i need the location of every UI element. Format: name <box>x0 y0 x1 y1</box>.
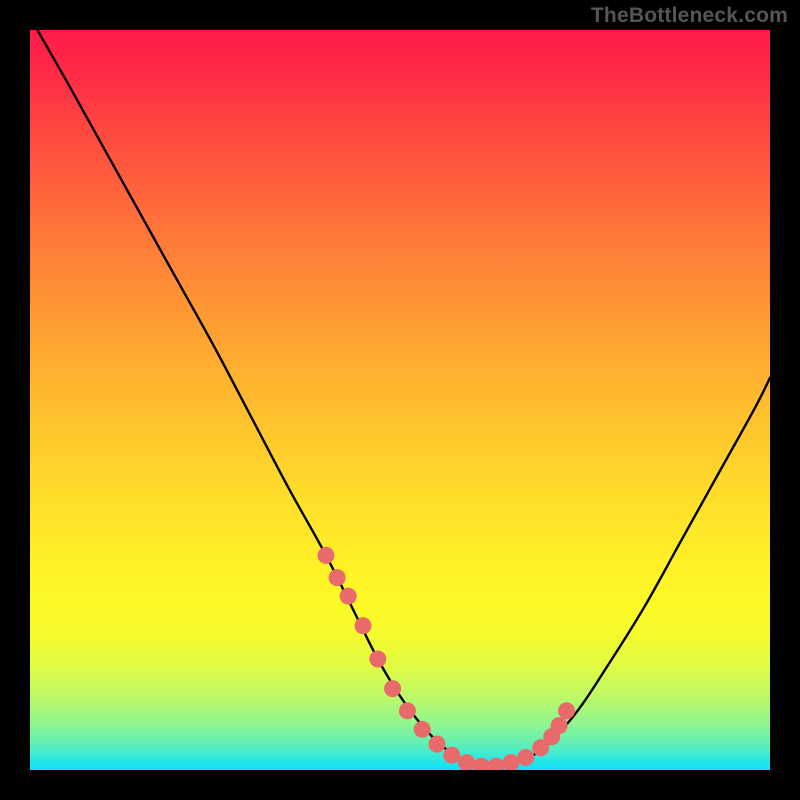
data-marker <box>414 721 431 738</box>
data-marker <box>355 617 372 634</box>
data-marker <box>473 758 490 770</box>
data-marker <box>340 588 357 605</box>
chart-svg <box>30 30 770 770</box>
data-marker <box>458 754 475 770</box>
data-marker <box>329 569 346 586</box>
data-marker <box>503 754 520 770</box>
chart-container: TheBottleneck.com <box>0 0 800 800</box>
data-marker <box>443 747 460 764</box>
plot-area <box>30 30 770 770</box>
data-marker <box>369 651 386 668</box>
data-markers <box>318 547 576 770</box>
data-marker <box>429 736 446 753</box>
watermark-text: TheBottleneck.com <box>591 4 788 28</box>
curve-line <box>37 30 770 767</box>
data-marker <box>517 749 534 766</box>
data-marker <box>558 702 575 719</box>
data-marker <box>488 758 505 770</box>
data-marker <box>399 702 416 719</box>
data-marker <box>318 547 335 564</box>
data-marker <box>384 680 401 697</box>
curve-path <box>37 30 770 767</box>
data-marker <box>551 717 568 734</box>
